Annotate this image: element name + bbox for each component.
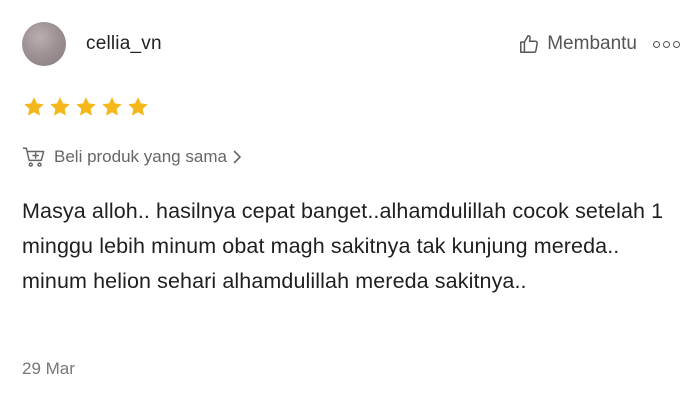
helpful-label: Membantu <box>547 33 637 54</box>
thumbs-up-icon <box>520 35 539 53</box>
buy-same-label: Beli produk yang sama <box>54 147 227 166</box>
more-options-icon[interactable] <box>651 37 682 52</box>
star-icon <box>102 97 122 116</box>
star-icon <box>50 97 70 116</box>
star-icon <box>128 97 148 116</box>
helpful-button[interactable]: Membantu <box>518 33 637 55</box>
chevron-right-icon <box>233 150 241 164</box>
star-rating <box>22 95 150 119</box>
review-card: cellia_vn Membantu Beli produk yang sama <box>0 0 700 409</box>
star-icon <box>76 97 96 116</box>
star-icon <box>24 97 44 116</box>
username[interactable]: cellia_vn <box>86 33 162 55</box>
cart-add-icon <box>22 147 45 167</box>
review-date: 29 Mar <box>22 359 75 378</box>
review-header: cellia_vn Membantu <box>22 22 682 66</box>
avatar[interactable] <box>22 22 66 66</box>
buy-same-product-link[interactable]: Beli produk yang sama <box>22 146 243 168</box>
review-text: Masya alloh.. hasilnya cepat banget..alh… <box>22 199 664 293</box>
